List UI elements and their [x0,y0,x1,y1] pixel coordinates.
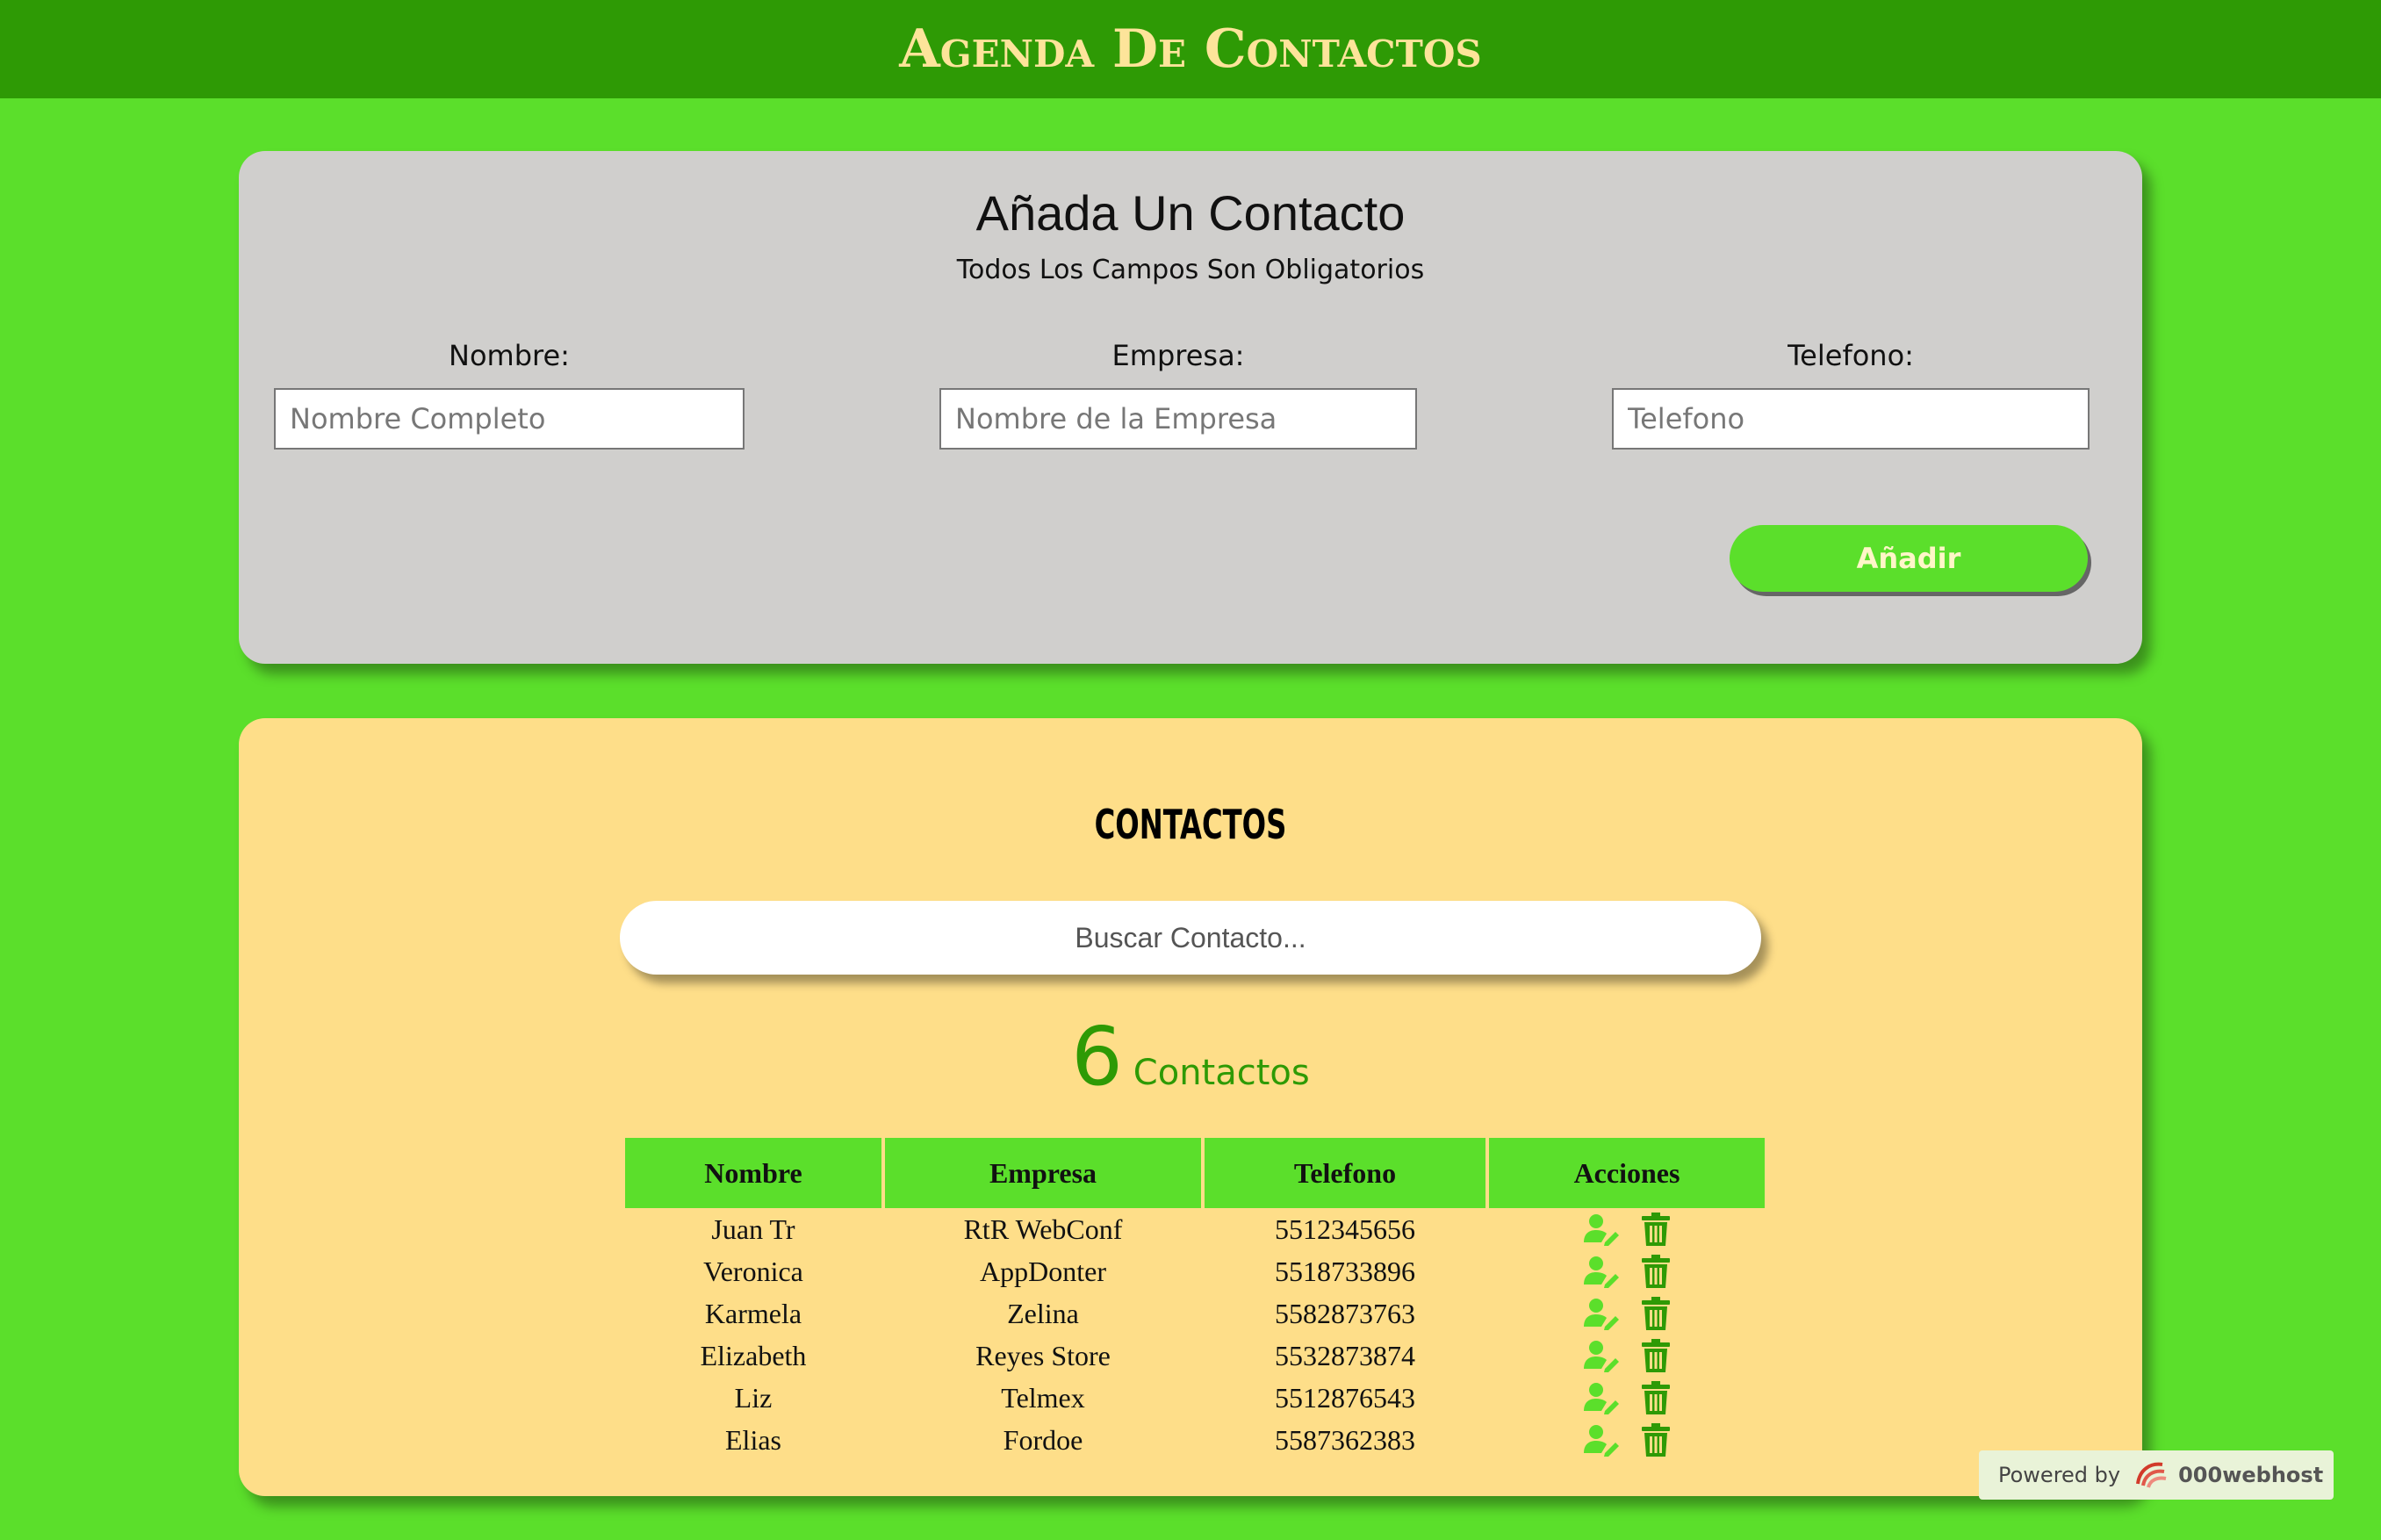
cell-nombre: Elizabeth [700,1339,807,1371]
cell-telefono: 5587362383 [1275,1423,1415,1456]
cell-acciones [1489,1377,1765,1419]
table-row: Karmela Zelina 5582873763 [625,1292,1765,1335]
cell-acciones [1489,1250,1765,1292]
trash-icon[interactable] [1642,1255,1670,1288]
column-header-telefono: Telefono [1205,1138,1485,1208]
badge-prefix: Powered by [1998,1463,2121,1487]
cell-nombre: Juan Tr [711,1213,795,1245]
trash-icon[interactable] [1642,1423,1670,1457]
cell-nombre: Veronica [703,1255,803,1287]
table-row: Elias Fordoe 5587362383 [625,1419,1765,1461]
contacts-title: CONTACTOS [1094,801,1287,848]
app-header: Agenda De Contactos [0,0,2381,98]
cell-telefono: 5512876543 [1275,1381,1415,1414]
search-input[interactable] [620,901,1761,975]
contacts-count-number: 6 [1071,1010,1123,1104]
cell-telefono: 5512345656 [1275,1213,1415,1245]
table-row: Liz Telmex 5512876543 [625,1377,1765,1419]
edit-user-icon[interactable] [1584,1423,1619,1457]
cell-empresa: AppDonter [980,1255,1106,1287]
trash-icon[interactable] [1642,1339,1670,1372]
badge-brand: 000webhost [2178,1463,2324,1487]
cell-acciones [1489,1292,1765,1335]
edit-user-icon[interactable] [1584,1297,1619,1330]
cell-nombre: Elias [725,1423,781,1456]
contacts-count-label: Contactos [1133,1053,1310,1093]
cell-empresa: RtR WebConf [963,1213,1123,1245]
cell-nombre: Liz [734,1381,773,1414]
trash-icon[interactable] [1642,1381,1670,1414]
cell-empresa: Telmex [1001,1381,1085,1414]
column-header-nombre: Nombre [625,1138,881,1208]
hosting-logo-icon [2136,1462,2167,1488]
trash-icon[interactable] [1642,1297,1670,1330]
telefono-input[interactable] [1612,388,2090,450]
cell-telefono: 5582873763 [1275,1297,1415,1329]
edit-user-icon[interactable] [1584,1381,1619,1414]
cell-empresa: Fordoe [1003,1423,1083,1456]
hosting-badge[interactable]: Powered by 000webhost [1979,1450,2334,1500]
cell-empresa: Reyes Store [975,1339,1111,1371]
table-row: Veronica AppDonter 5518733896 [625,1250,1765,1292]
cell-telefono: 5532873874 [1275,1339,1415,1371]
edit-user-icon[interactable] [1584,1213,1619,1246]
telefono-label: Telefono: [1788,339,1914,372]
cell-nombre: Karmela [704,1297,802,1329]
form-title: Añada Un Contacto [975,185,1406,241]
cell-acciones [1489,1419,1765,1461]
table-header-row: Nombre Empresa Telefono Acciones [625,1138,1765,1208]
empresa-label: Empresa: [1111,339,1245,372]
trash-icon[interactable] [1642,1213,1670,1246]
app-title: Agenda De Contactos [899,18,1482,80]
empresa-input[interactable] [939,388,1417,450]
nombre-label: Nombre: [449,339,570,372]
column-header-empresa: Empresa [885,1138,1201,1208]
add-contact-button[interactable]: Añadir [1730,525,2088,592]
edit-user-icon[interactable] [1584,1255,1619,1288]
column-header-acciones: Acciones [1489,1138,1765,1208]
cell-empresa: Zelina [1007,1297,1079,1329]
cell-acciones [1489,1208,1765,1250]
nombre-input[interactable] [274,388,745,450]
contacts-table: Nombre Empresa Telefono Acciones Juan Tr… [622,1138,1768,1461]
edit-user-icon[interactable] [1584,1339,1619,1372]
table-row: Elizabeth Reyes Store 5532873874 [625,1335,1765,1377]
cell-telefono: 5518733896 [1275,1255,1415,1287]
table-row: Juan Tr RtR WebConf 5512345656 [625,1208,1765,1250]
form-subtitle: Todos Los Campos Son Obligatorios [956,255,1425,285]
cell-acciones [1489,1335,1765,1377]
contacts-count: 6 Contactos [0,1010,2381,1104]
